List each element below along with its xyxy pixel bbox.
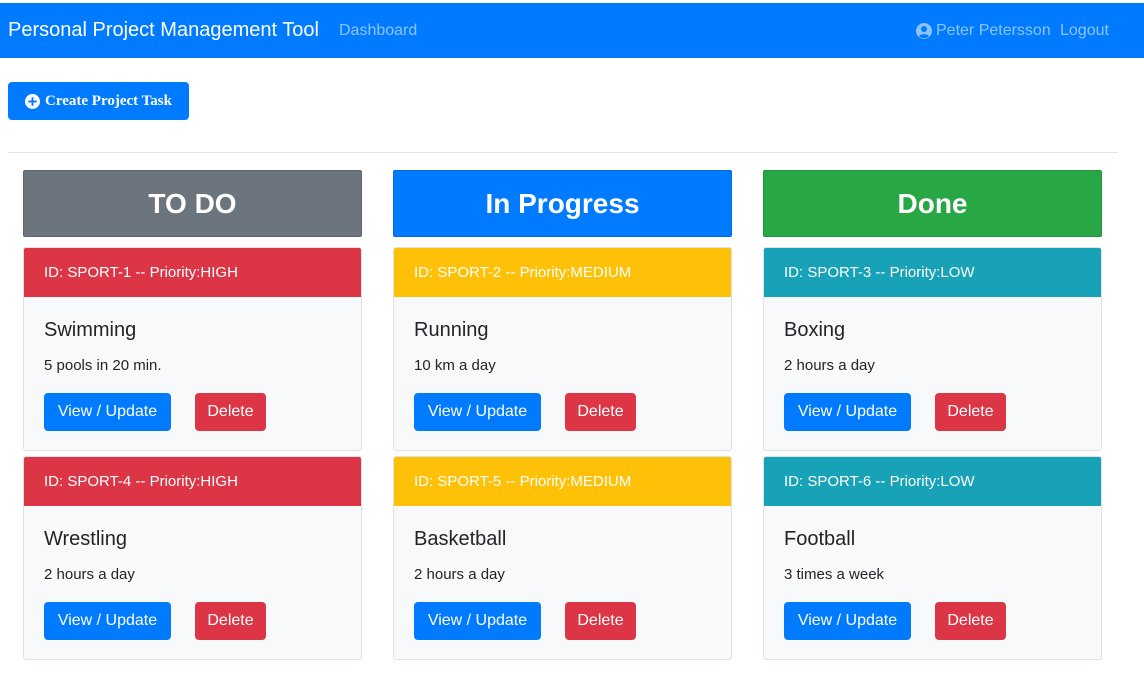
nav-logout-link[interactable]: Logout — [1060, 22, 1109, 40]
task-card-body: Basketball 2 hours a day View / Update Dele… — [394, 506, 731, 659]
task-title: Football — [784, 528, 856, 550]
column-header: Done — [763, 170, 1102, 237]
task-card-body: Football 3 times a week View / Update Delet… — [764, 506, 1101, 659]
user-circle-icon — [916, 22, 932, 39]
task-card-body: Boxing 2 hours a day View / Update Delete — [764, 297, 1101, 450]
column-todo: TO DO ID: SPORT-1 -- Priority:HIGH Swimmin… — [23, 170, 362, 660]
task-card-body: Running 10 km a day View / Update Delete — [394, 297, 731, 450]
task-description: 2 hours a day — [414, 566, 505, 583]
create-project-task-label: Create Project Task — [45, 92, 172, 109]
delete-button[interactable]: Delete — [565, 393, 636, 431]
view-update-button[interactable]: View / Update — [784, 393, 911, 431]
task-title: Basketball — [414, 528, 507, 550]
task-title: Swimming — [44, 319, 137, 341]
task-description: 2 hours a day — [784, 357, 875, 374]
task-title: Running — [414, 319, 489, 341]
task-card-header: ID: SPORT-2 -- Priority:MEDIUM — [394, 248, 731, 297]
task-description: 3 times a week — [784, 566, 885, 583]
task-description: 2 hours a day — [44, 566, 135, 583]
task-card-header: ID: SPORT-5 -- Priority:MEDIUM — [394, 457, 731, 506]
task-title: Boxing — [784, 319, 846, 341]
view-update-button[interactable]: View / Update — [414, 602, 541, 640]
column-header: TO DO — [23, 170, 362, 237]
divider — [8, 152, 1118, 153]
nav-dashboard-link[interactable]: Dashboard — [339, 22, 417, 40]
task-card: ID: SPORT-4 -- Priority:HIGH Wrestling 2 h… — [23, 456, 362, 660]
delete-button[interactable]: Delete — [935, 393, 1006, 431]
create-project-task-button[interactable]: Create Project Task — [8, 82, 189, 120]
task-card: ID: SPORT-1 -- Priority:HIGH Swimming 5 po… — [23, 247, 362, 451]
task-card-header: ID: SPORT-4 -- Priority:HIGH — [24, 457, 361, 506]
task-description: 5 pools in 20 min. — [44, 357, 162, 374]
nav-user-label: Peter Petersson — [936, 21, 1051, 39]
delete-button[interactable]: Delete — [195, 602, 266, 640]
brand-link[interactable]: Personal Project Management Tool — [8, 19, 319, 42]
view-update-button[interactable]: View / Update — [44, 602, 171, 640]
task-title: Wrestling — [44, 528, 127, 550]
navbar: Personal Project Management Tool Dashboa… — [0, 3, 1144, 58]
task-card-header: ID: SPORT-1 -- Priority:HIGH — [24, 248, 361, 297]
task-card-header: ID: SPORT-6 -- Priority:LOW — [764, 457, 1101, 506]
nav-user-link[interactable]: Peter Petersson — [916, 22, 1051, 40]
column-done: Done ID: SPORT-3 -- Priority:LOW Boxing 2 h… — [763, 170, 1102, 660]
task-card: ID: SPORT-3 -- Priority:LOW Boxing 2 hours… — [763, 247, 1102, 451]
delete-button[interactable]: Delete — [935, 602, 1006, 640]
task-card: ID: SPORT-2 -- Priority:MEDIUM Running 10 … — [393, 247, 732, 451]
task-card-body: Wrestling 2 hours a day View / Update Delet… — [24, 506, 361, 659]
view-update-button[interactable]: View / Update — [784, 602, 911, 640]
task-description: 10 km a day — [414, 357, 496, 374]
view-update-button[interactable]: View / Update — [44, 393, 171, 431]
delete-button[interactable]: Delete — [195, 393, 266, 431]
column-header: In Progress — [393, 170, 732, 237]
column-in-progress: In Progress ID: SPORT-2 -- Priority:MEDIU… — [393, 170, 732, 660]
delete-button[interactable]: Delete — [565, 602, 636, 640]
view-update-button[interactable]: View / Update — [414, 393, 541, 431]
task-card-body: Swimming 5 pools in 20 min. View / Update D… — [24, 297, 361, 450]
task-card-header: ID: SPORT-3 -- Priority:LOW — [764, 248, 1101, 297]
plus-circle-icon — [25, 93, 41, 109]
task-card: ID: SPORT-6 -- Priority:LOW Football 3 tim… — [763, 456, 1102, 660]
task-card: ID: SPORT-5 -- Priority:MEDIUM Basketball… — [393, 456, 732, 660]
